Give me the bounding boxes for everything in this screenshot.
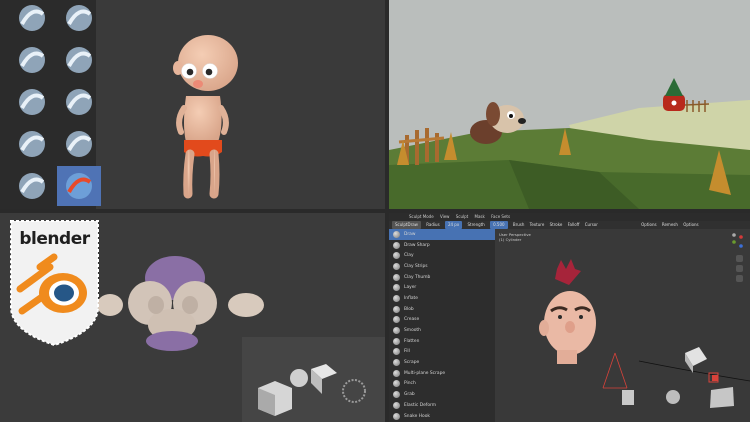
brush-item-label: Snake Hook <box>404 413 430 419</box>
menu-stroke[interactable]: Stroke <box>550 222 563 227</box>
brush-item-label: Clay <box>404 253 414 259</box>
brush-item[interactable]: Inflate <box>389 293 495 304</box>
brush-icon <box>393 412 400 420</box>
brush-icon <box>393 337 400 345</box>
viewport-info: User Perspective (1) Cylinder <box>499 232 531 242</box>
brush-item[interactable]: Elastic Deform <box>389 400 495 411</box>
brush-item-label: Scrape <box>404 360 420 366</box>
brush-item[interactable]: Grab <box>389 389 495 400</box>
brush-item-label: Crease <box>404 317 420 323</box>
brush-item[interactable]: Clay Thumb <box>389 272 495 283</box>
brush-name-field[interactable]: SculptDraw <box>392 221 421 229</box>
brush-icon <box>393 252 400 260</box>
strength-field[interactable]: 0.500 <box>490 221 508 229</box>
menu-cursor[interactable]: Cursor <box>585 222 598 227</box>
brush-item[interactable]: Pinch <box>389 379 495 390</box>
brush-list-panel: Draw Draw Sharp Clay Clay Strips Clay Thumb L… <box>389 229 495 422</box>
brush-item[interactable]: Smooth <box>389 325 495 336</box>
brush-icon <box>393 230 400 238</box>
brush-item[interactable]: Scrape <box>389 357 495 368</box>
blender-badge: blender <box>8 219 101 347</box>
brush-item-label: Blob <box>404 306 414 312</box>
brush-item-label: Inflate <box>404 295 418 301</box>
menu-sculpt[interactable]: Sculpt <box>456 214 469 219</box>
landscape-render <box>389 0 750 209</box>
menu-face-sets[interactable]: Face Sets <box>491 214 510 219</box>
brush-item[interactable]: Draw <box>389 229 495 240</box>
brush-icon <box>393 348 400 356</box>
brush-item-label: Pinch <box>404 381 416 387</box>
brush-icon <box>393 327 400 335</box>
monkey-render: blender <box>0 213 385 422</box>
brush-item-label: Draw Sharp <box>404 242 430 248</box>
brush-icon <box>393 284 400 292</box>
brush-item[interactable]: Flatten <box>389 336 495 347</box>
sculpt-brushes-panel <box>0 0 385 209</box>
brush-item[interactable]: Clay Strips <box>389 261 495 272</box>
brush-item[interactable]: Multi-plane Scrape <box>389 368 495 379</box>
radius-field[interactable]: 24 px <box>444 221 463 229</box>
brush-item-label: Elastic Deform <box>404 402 437 408</box>
brush-item[interactable]: Fill <box>389 347 495 358</box>
menu-options-2[interactable]: Options <box>683 222 698 227</box>
menu-options[interactable]: Options <box>641 222 656 227</box>
brush-item-label: Fill <box>404 349 410 355</box>
brush-item-label: Flatten <box>404 338 420 344</box>
blender-sculpt-ui: Sculpt Mode View Sculpt Mask Face Sets S… <box>389 213 750 422</box>
menu-sculpt-mode[interactable]: Sculpt Mode <box>409 214 434 219</box>
header-menu: Sculpt Mode View Sculpt Mask Face Sets <box>389 213 750 221</box>
brush-icon <box>393 391 400 399</box>
tutorial-collage: blender Sculpt Mode View Sculpt Mask Fac… <box>0 0 750 422</box>
brush-item[interactable]: Snake Hook <box>389 411 495 422</box>
tool-settings-bar: SculptDraw Radius 24 px Strength 0.500 B… <box>389 221 750 229</box>
menu-texture[interactable]: Texture <box>530 222 545 227</box>
brush-icon <box>393 316 400 324</box>
landscape-scene <box>389 0 750 209</box>
menu-brush[interactable]: Brush <box>513 222 525 227</box>
brush-item[interactable]: Crease <box>389 315 495 326</box>
blender-logo-icon <box>16 253 87 315</box>
brush-icon <box>393 273 400 281</box>
brush-icon <box>393 380 400 388</box>
brush-icon <box>393 294 400 302</box>
menu-remesh[interactable]: Remesh <box>662 222 678 227</box>
brush-item-label: Layer <box>404 285 417 291</box>
brush-icon <box>393 401 400 409</box>
brush-item-label: Smooth <box>404 328 421 334</box>
brush-item[interactable]: Layer <box>389 282 495 293</box>
cartoon-character-render <box>173 35 238 199</box>
brush-item-label: Multi-plane Scrape <box>404 370 446 376</box>
brush-item-label: Clay Strips <box>404 263 428 269</box>
brush-item-label: Draw <box>404 231 416 237</box>
brush-item[interactable]: Draw Sharp <box>389 240 495 251</box>
brush-item[interactable]: Blob <box>389 304 495 315</box>
brush-icon <box>393 262 400 270</box>
menu-view[interactable]: View <box>440 214 450 219</box>
viewport-object: (1) Cylinder <box>499 237 522 242</box>
brush-icon <box>393 241 400 249</box>
brush-icon <box>393 369 400 377</box>
strength-label: Strength <box>467 222 485 227</box>
brush-item-label: Grab <box>404 392 415 398</box>
menu-mask[interactable]: Mask <box>475 214 485 219</box>
menu-falloff[interactable]: Falloff <box>568 222 580 227</box>
brush-item-label: Clay Thumb <box>404 274 431 280</box>
radius-label: Radius <box>426 222 440 227</box>
brush-icon <box>393 305 400 313</box>
brush-icon <box>393 359 400 367</box>
brush-item[interactable]: Clay <box>389 250 495 261</box>
